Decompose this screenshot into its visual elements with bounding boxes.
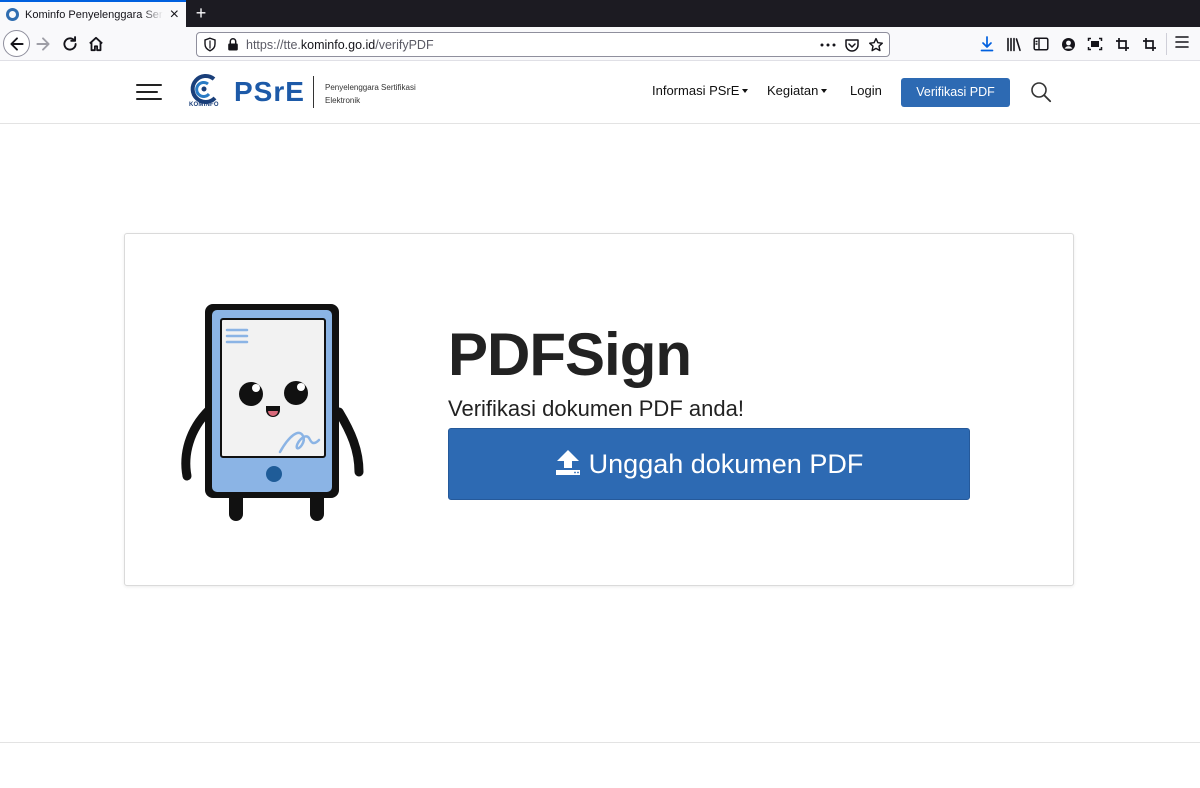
nav-login[interactable]: Login bbox=[850, 83, 882, 98]
home-icon bbox=[89, 36, 103, 52]
lock-icon[interactable] bbox=[227, 37, 239, 52]
logo-subtitle: Penyelenggara Sertifikasi Elektronik bbox=[325, 81, 425, 107]
caret-down-icon bbox=[821, 89, 828, 93]
caret-down-icon bbox=[742, 89, 749, 93]
logo-psre-text: PSrE bbox=[234, 76, 305, 107]
upload-icon bbox=[555, 450, 580, 475]
site-header: KOMINFO PSrE Penyelenggara Sertifikasi E… bbox=[0, 62, 1200, 124]
tab-title: Kominfo Penyelenggara Sertifikasi Elektr… bbox=[25, 8, 163, 21]
shield-icon[interactable] bbox=[203, 37, 217, 52]
arrow-right-icon bbox=[36, 37, 50, 51]
hamburger-icon[interactable] bbox=[136, 84, 162, 102]
app-menu-button[interactable] bbox=[1174, 35, 1190, 54]
forward-button[interactable] bbox=[30, 31, 56, 57]
page-subtitle: Verifikasi dokumen PDF anda! bbox=[448, 396, 744, 421]
browser-tab-bar: Kominfo Penyelenggara Sertifikasi Elektr… bbox=[0, 0, 1200, 27]
more-actions-icon[interactable] bbox=[819, 36, 837, 54]
crop-extension-icon[interactable] bbox=[1113, 34, 1131, 54]
pocket-icon[interactable] bbox=[843, 36, 861, 54]
library-icon[interactable] bbox=[1005, 34, 1023, 54]
upload-pdf-button[interactable]: Unggah dokumen PDF bbox=[448, 428, 970, 500]
logo-subtitle-line2: Elektronik bbox=[325, 96, 361, 105]
url-text[interactable]: https://tte.kominfo.go.id/verifyPDF bbox=[246, 38, 434, 52]
browser-tab[interactable]: Kominfo Penyelenggara Sertifikasi Elektr… bbox=[0, 0, 186, 27]
screenshot-icon[interactable] bbox=[1086, 34, 1104, 54]
phone-mascot-icon bbox=[181, 304, 364, 521]
crop-extension-icon-2[interactable] bbox=[1140, 34, 1158, 54]
page-title: PDFSign bbox=[448, 321, 692, 388]
upload-pdf-label: Unggah dokumen PDF bbox=[588, 448, 864, 479]
account-icon[interactable] bbox=[1059, 34, 1077, 54]
search-icon bbox=[1031, 82, 1052, 103]
kominfo-emblem-icon bbox=[190, 73, 217, 104]
sidebar-icon[interactable] bbox=[1032, 34, 1050, 54]
logo-kominfo-text: KOMINFO bbox=[189, 102, 219, 108]
downloads-icon[interactable] bbox=[978, 34, 996, 54]
home-button[interactable] bbox=[83, 31, 109, 57]
nav-login-label: Login bbox=[850, 83, 882, 98]
reload-icon bbox=[63, 36, 77, 51]
nav-kegiatan[interactable]: Kegiatan bbox=[767, 83, 828, 98]
nav-kegiatan-label: Kegiatan bbox=[767, 83, 819, 98]
browser-toolbar: https://tte.kominfo.go.id/verifyPDF bbox=[0, 27, 1200, 61]
new-tab-icon[interactable]: + bbox=[191, 2, 211, 24]
reload-button[interactable] bbox=[57, 31, 83, 57]
close-tab-icon[interactable]: × bbox=[170, 5, 179, 25]
bookmark-star-icon[interactable] bbox=[867, 36, 885, 54]
pdf-verify-card: PDFSign Verifikasi dokumen PDF anda! Ung… bbox=[124, 233, 1074, 586]
site-logo[interactable]: KOMINFO PSrE Penyelenggara Sertifikasi E… bbox=[188, 72, 423, 112]
footer-divider bbox=[0, 742, 1200, 743]
logo-divider bbox=[313, 76, 314, 108]
tab-favicon-icon bbox=[6, 8, 19, 21]
back-button[interactable] bbox=[3, 30, 30, 57]
search-button[interactable] bbox=[1030, 81, 1052, 103]
toolbar-separator bbox=[1166, 33, 1167, 55]
url-bar[interactable]: https://tte.kominfo.go.id/verifyPDF bbox=[196, 32, 890, 57]
logo-subtitle-line1: Penyelenggara Sertifikasi bbox=[325, 83, 416, 92]
nav-informasi-psre[interactable]: Informasi PSrE bbox=[652, 83, 749, 98]
arrow-left-icon bbox=[9, 36, 24, 51]
menu-icon bbox=[1175, 36, 1189, 48]
verify-pdf-button[interactable]: Verifikasi PDF bbox=[901, 78, 1010, 107]
nav-informasi-psre-label: Informasi PSrE bbox=[652, 83, 740, 98]
